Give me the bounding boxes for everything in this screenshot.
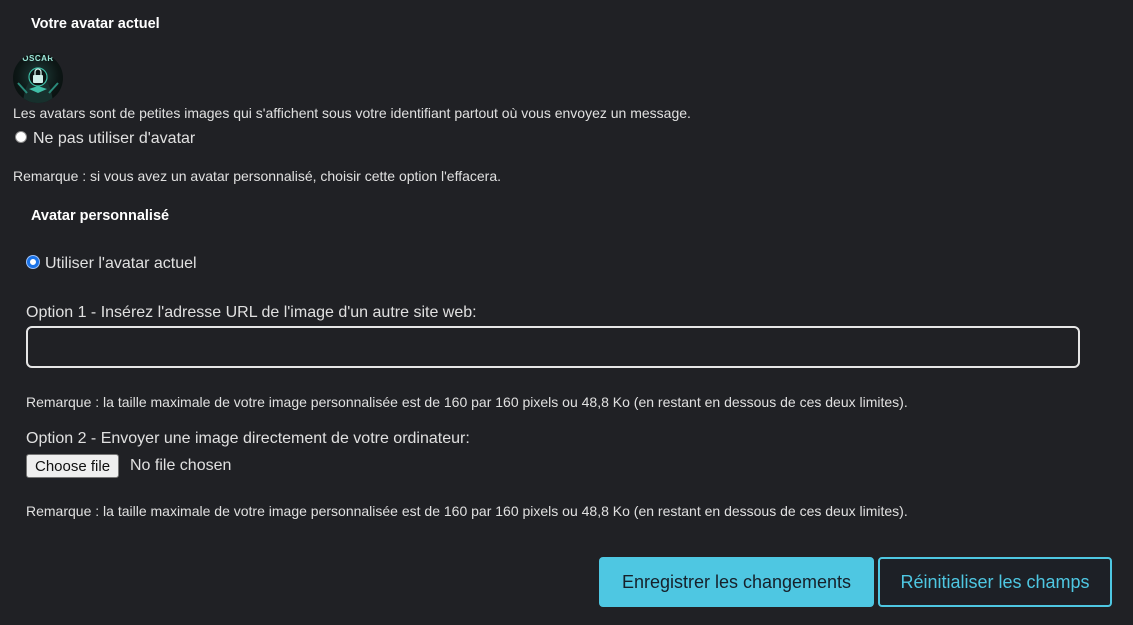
avatar-url-input[interactable]: [26, 326, 1080, 368]
use-current-avatar-radio[interactable]: [27, 256, 39, 268]
option1-label: Option 1 - Insérez l'adresse URL de l'im…: [26, 304, 477, 321]
reset-fields-button[interactable]: Réinitialiser les champs: [878, 557, 1112, 607]
avatar-description: Les avatars sont de petites images qui s…: [13, 105, 691, 121]
option2-note: Remarque : la taille maximale de votre i…: [26, 503, 908, 519]
use-current-avatar-label[interactable]: Utiliser l'avatar actuel: [45, 255, 197, 273]
option2-label: Option 2 - Envoyer une image directement…: [26, 430, 470, 447]
no-avatar-note: Remarque : si vous avez un avatar person…: [13, 168, 502, 184]
current-avatar-title: Votre avatar actuel: [31, 16, 160, 32]
choose-file-button[interactable]: Choose file: [26, 454, 120, 478]
option1-note: Remarque : la taille maximale de votre i…: [26, 394, 908, 410]
save-changes-button[interactable]: Enregistrer les changements: [599, 557, 874, 607]
avatar-text: OSCAR: [22, 54, 54, 63]
no-file-chosen-text: No file chosen: [130, 457, 232, 474]
custom-avatar-title: Avatar personnalisé: [31, 208, 170, 224]
no-avatar-label[interactable]: Ne pas utiliser d'avatar: [33, 130, 195, 148]
avatar: OSCAR: [13, 53, 63, 103]
no-avatar-radio[interactable]: [15, 131, 27, 143]
